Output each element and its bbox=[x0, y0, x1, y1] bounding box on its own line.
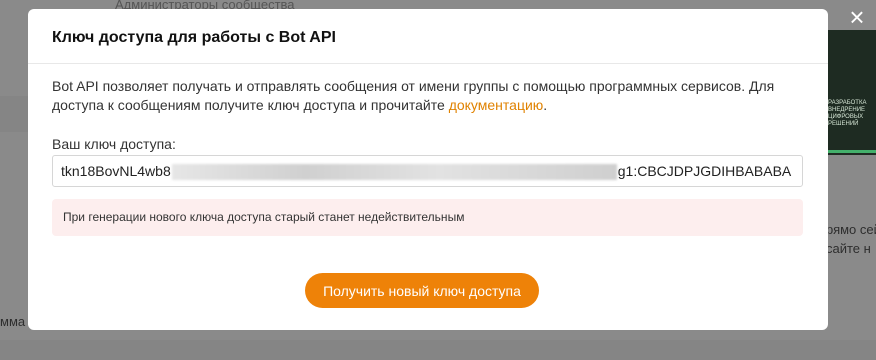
access-key-suffix: g1:CBCJDPJGDIHBABABA bbox=[617, 163, 792, 179]
access-key-label: Ваш ключ доступа: bbox=[52, 136, 176, 152]
warning-message: При генерации нового ключа доступа стары… bbox=[52, 199, 803, 236]
access-key-blurred-part bbox=[171, 164, 617, 181]
bot-api-key-dialog: Ключ доступа для работы с Bot API Bot AP… bbox=[28, 9, 828, 330]
generate-new-key-button[interactable]: Получить новый ключ доступа bbox=[305, 273, 539, 308]
access-key-field[interactable]: tkn18BovNL4wb8 g1:CBCJDPJGDIHBABABA bbox=[52, 155, 803, 187]
dialog-description: Bot API позволяет получать и отправлять … bbox=[52, 77, 804, 115]
background-right-text-1: рямо сей bbox=[826, 222, 876, 237]
background-right-text-2: сайте н bbox=[826, 241, 871, 256]
access-key-prefix: tkn18BovNL4wb8 bbox=[61, 163, 171, 179]
background-ad-banner: РАЗРАБОТКА ВНЕДРЕНИЕ ЦИФРОВЫХ РЕШЕНИЙ bbox=[826, 30, 876, 155]
description-end: . bbox=[543, 97, 548, 113]
documentation-link[interactable]: документацию bbox=[449, 97, 544, 113]
dialog-title: Ключ доступа для работы с Bot API bbox=[52, 29, 336, 46]
background-footer bbox=[0, 340, 876, 360]
ad-banner-text: РАЗРАБОТКА ВНЕДРЕНИЕ ЦИФРОВЫХ РЕШЕНИЙ bbox=[828, 100, 867, 127]
description-text: Bot API позволяет получать и отправлять … bbox=[52, 78, 775, 113]
title-divider bbox=[28, 63, 828, 64]
close-icon[interactable]: × bbox=[846, 4, 868, 30]
ad-banner-line bbox=[826, 150, 876, 153]
background-left-text: мма bbox=[0, 314, 26, 329]
